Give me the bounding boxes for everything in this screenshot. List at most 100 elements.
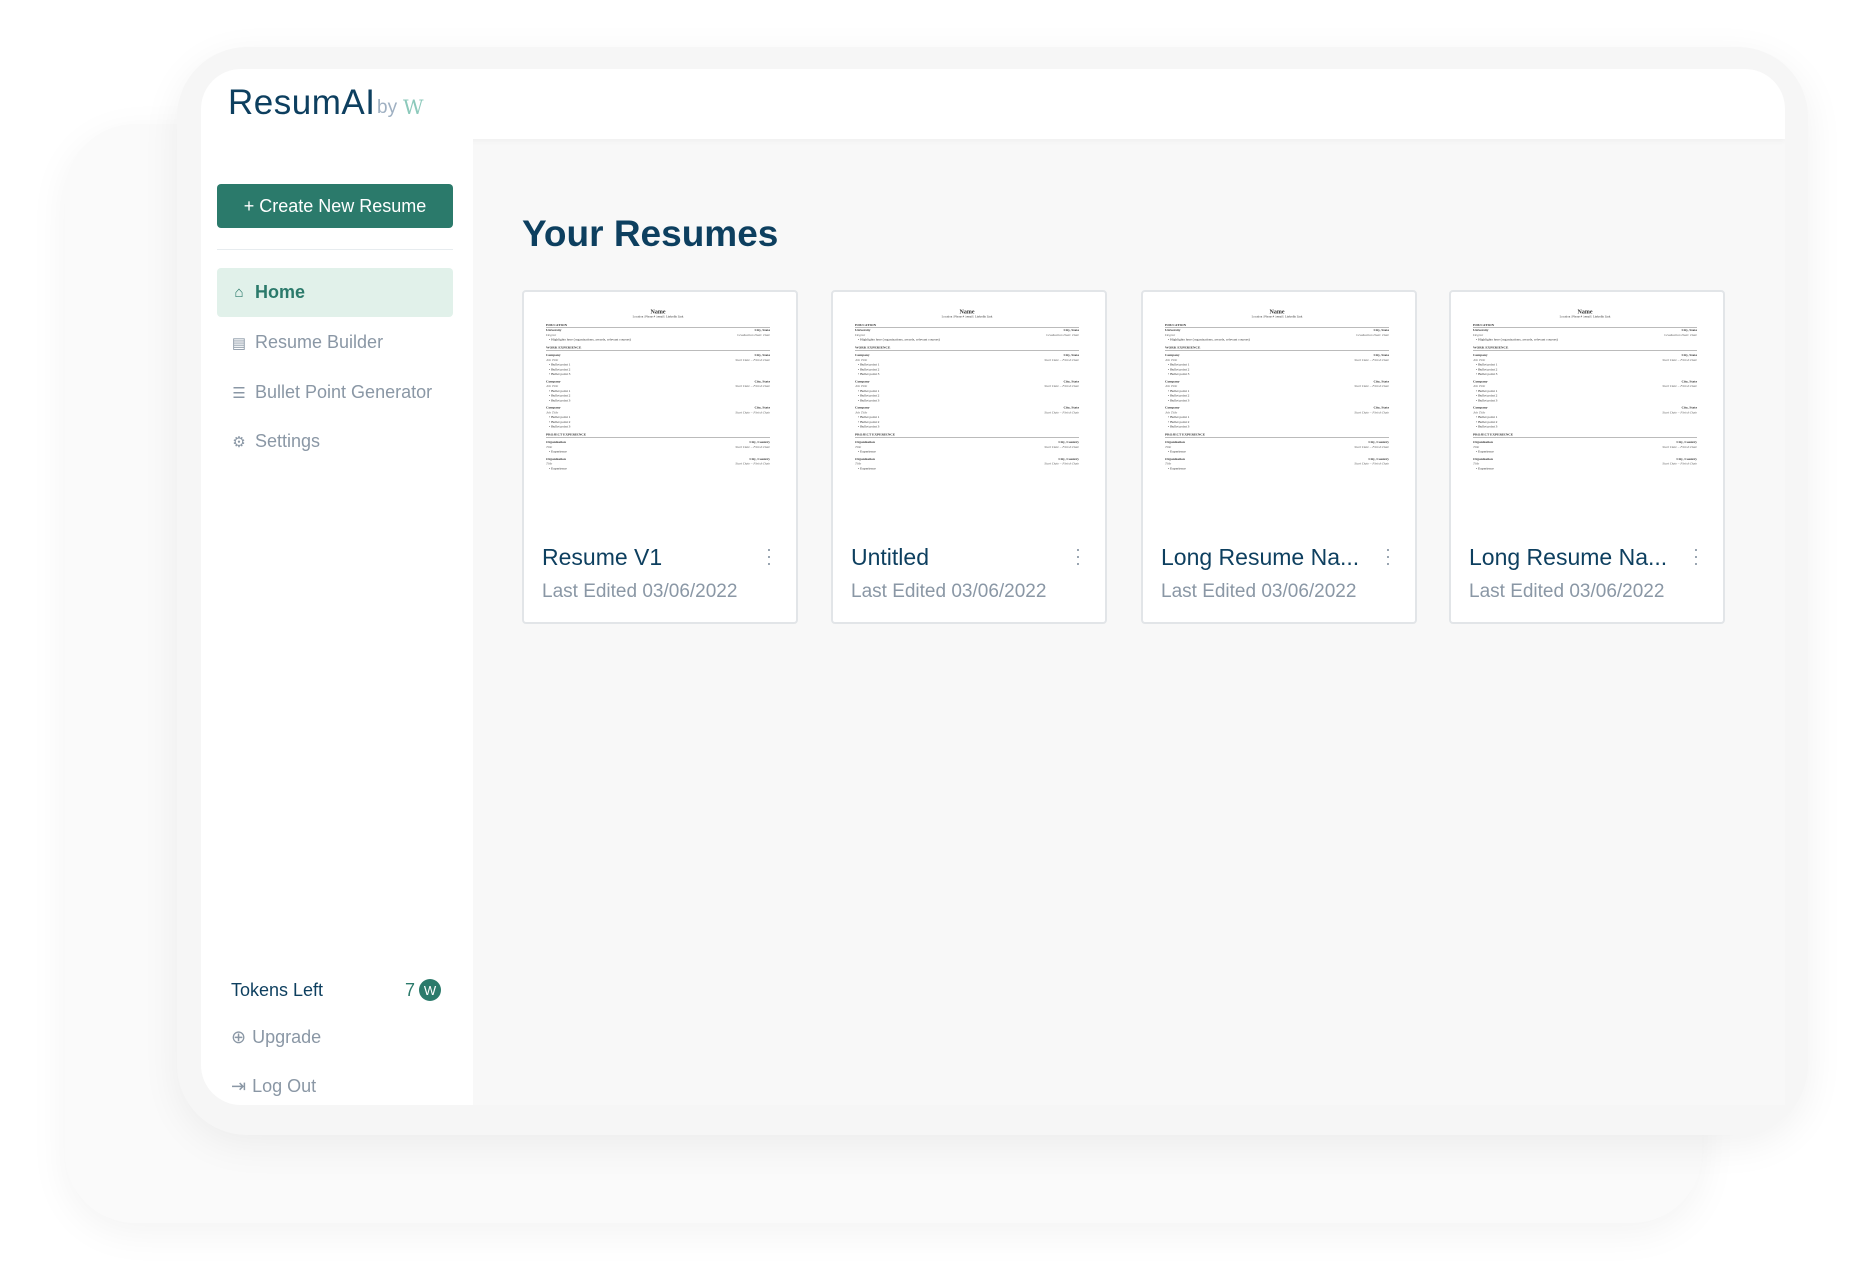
thumb-section: PROJECT EXPERIENCE bbox=[855, 432, 1079, 438]
resume-card[interactable]: Name Location | Phone # | email | LinkedI… bbox=[522, 290, 798, 624]
thumb-row-right: Graduation Date: Date bbox=[1664, 332, 1697, 337]
resume-card[interactable]: Name Location | Phone # | email | LinkedI… bbox=[1141, 290, 1417, 624]
thumb-bullet: Experience bbox=[1165, 466, 1389, 471]
last-edited: Last Edited 03/06/2022 bbox=[851, 581, 1047, 602]
sidebar-item-bullet-point-generator[interactable]: ☰ Bullet Point Generator bbox=[217, 368, 453, 417]
thumb-bullet: Highlights here (organizations, awards, … bbox=[546, 338, 770, 343]
document-icon: ▤ bbox=[231, 334, 247, 352]
thumb-row-right: Start Date – Finish Date bbox=[735, 357, 770, 362]
thumb-section: WORK EXPERIENCE bbox=[1165, 345, 1389, 351]
thumb-name: Name bbox=[1577, 308, 1593, 315]
thumb-section: WORK EXPERIENCE bbox=[855, 345, 1079, 351]
create-new-resume-button[interactable]: + Create New Resume bbox=[217, 184, 453, 228]
sidebar-item-label: Settings bbox=[255, 431, 321, 451]
by-label: by bbox=[377, 97, 398, 118]
thumb-bullet: Bullet point 3 bbox=[855, 425, 1079, 430]
logout-label: Log Out bbox=[252, 1076, 317, 1096]
last-edited: Last Edited 03/06/2022 bbox=[1161, 581, 1357, 602]
logout-link[interactable]: ⇥ Log Out bbox=[231, 1076, 316, 1097]
thumb-row-right: Start Date – Finish Date bbox=[1044, 384, 1079, 388]
resume-title[interactable]: Long Resume Na... bbox=[1161, 544, 1359, 571]
thumb-row-right: Start Date – Finish Date bbox=[1044, 357, 1079, 362]
thumb-contact: Location | Phone # | email | LinkedIn Li… bbox=[1559, 315, 1611, 319]
sidebar-item-resume-builder[interactable]: ▤ Resume Builder bbox=[217, 318, 453, 367]
thumb-row-right: Start Date – Finish Date bbox=[1044, 444, 1079, 449]
thumb-row-right: Start Date – Finish Date bbox=[1354, 461, 1389, 466]
resume-card[interactable]: Name Location | Phone # | email | LinkedI… bbox=[831, 290, 1107, 624]
resume-thumbnail[interactable]: Name Location | Phone # | email | LinkedI… bbox=[546, 308, 770, 528]
sidebar-item-home[interactable]: ⌂ Home bbox=[217, 268, 453, 317]
upgrade-icon: ⊕ bbox=[231, 1027, 247, 1047]
thumb-bullet: Experience bbox=[1473, 450, 1697, 455]
app-logo[interactable]: ResumAI bbox=[228, 83, 375, 123]
thumb-section: PROJECT EXPERIENCE bbox=[546, 432, 770, 438]
tokens-left: Tokens Left 7W bbox=[231, 979, 441, 1001]
resume-title[interactable]: Long Resume Na... bbox=[1469, 544, 1667, 571]
upgrade-label: Upgrade bbox=[252, 1027, 322, 1047]
thumb-bullet: Highlights here (organizations, awards, … bbox=[1165, 338, 1389, 343]
thumb-row-right: Start Date – Finish Date bbox=[735, 444, 770, 449]
resume-title[interactable]: Resume V1 bbox=[542, 544, 662, 571]
token-badge-icon: W bbox=[419, 979, 441, 1001]
thumb-name: Name bbox=[650, 308, 666, 315]
sidebar-item-label: Bullet Point Generator bbox=[255, 382, 433, 402]
thumb-section: PROJECT EXPERIENCE bbox=[1473, 432, 1697, 438]
thumb-bullet: Highlights here (organizations, awards, … bbox=[1473, 338, 1697, 343]
brand-mark-icon: W bbox=[403, 95, 424, 119]
thumb-contact: Location | Phone # | email | LinkedIn Li… bbox=[1251, 315, 1303, 319]
thumb-row-right: Start Date – Finish Date bbox=[1044, 410, 1079, 415]
home-icon: ⌂ bbox=[234, 284, 244, 301]
thumb-bullet: Experience bbox=[1165, 450, 1389, 455]
thumb-row-right: Start Date – Finish Date bbox=[1044, 461, 1079, 466]
thumb-bullet: Experience bbox=[855, 466, 1079, 471]
gear-icon: ⚙ bbox=[232, 433, 246, 451]
resume-thumbnail[interactable]: Name Location | Phone # | email | LinkedI… bbox=[1165, 308, 1389, 528]
resume-card[interactable]: Name Location | Phone # | email | LinkedI… bbox=[1449, 290, 1725, 624]
thumb-bullet: Bullet point 3 bbox=[1473, 425, 1697, 430]
thumb-bullet: Bullet point 3 bbox=[1165, 425, 1389, 430]
thumb-contact: Location | Phone # | email | LinkedIn Li… bbox=[941, 315, 993, 319]
header: ResumAI by W bbox=[201, 69, 1785, 139]
list-icon: ☰ bbox=[232, 384, 246, 402]
resume-thumbnail[interactable]: Name Location | Phone # | email | LinkedI… bbox=[855, 308, 1079, 528]
sidebar-item-label: Resume Builder bbox=[255, 332, 384, 352]
thumb-bullet: Bullet point 3 bbox=[546, 372, 770, 377]
thumb-row-right: Start Date – Finish Date bbox=[735, 384, 770, 388]
thumb-section: PROJECT EXPERIENCE bbox=[1165, 432, 1389, 438]
thumb-row-right: Graduation Date: Date bbox=[1356, 332, 1389, 337]
sidebar-item-settings[interactable]: ⚙ Settings bbox=[217, 417, 453, 466]
thumb-name: Name bbox=[959, 308, 975, 315]
thumb-bullet: Bullet point 3 bbox=[855, 372, 1079, 377]
thumb-row-right: Start Date – Finish Date bbox=[1662, 384, 1697, 388]
thumb-bullet: Bullet point 3 bbox=[546, 425, 770, 430]
thumb-bullet: Bullet point 3 bbox=[546, 398, 770, 403]
page-title: Your Resumes bbox=[522, 213, 779, 254]
thumb-row-right: Start Date – Finish Date bbox=[1662, 410, 1697, 415]
tokens-value: 7 bbox=[404, 979, 415, 1000]
thumb-bullet: Bullet point 3 bbox=[1473, 372, 1697, 377]
divider bbox=[217, 249, 453, 250]
more-options-icon[interactable]: · · · bbox=[1385, 540, 1391, 572]
tokens-label: Tokens Left bbox=[231, 979, 324, 1000]
thumb-row-right: Start Date – Finish Date bbox=[1662, 357, 1697, 362]
thumb-section: WORK EXPERIENCE bbox=[546, 345, 770, 351]
thumb-bullet: Bullet point 3 bbox=[1165, 398, 1389, 403]
more-options-icon[interactable]: · · · bbox=[766, 540, 772, 572]
thumb-row-right: Start Date – Finish Date bbox=[1354, 384, 1389, 388]
upgrade-link[interactable]: ⊕ Upgrade bbox=[231, 1027, 321, 1048]
resume-thumbnail[interactable]: Name Location | Phone # | email | LinkedI… bbox=[1473, 308, 1697, 528]
thumb-bullet: Experience bbox=[1473, 466, 1697, 471]
thumb-row-right: Start Date – Finish Date bbox=[1354, 444, 1389, 449]
thumb-row-right: Start Date – Finish Date bbox=[735, 410, 770, 415]
thumb-row-right: Start Date – Finish Date bbox=[1354, 357, 1389, 362]
thumb-section: WORK EXPERIENCE bbox=[1473, 345, 1697, 351]
thumb-contact: Location | Phone # | email | LinkedIn Li… bbox=[632, 315, 684, 319]
resume-title[interactable]: Untitled bbox=[851, 544, 929, 571]
thumb-row-right: Start Date – Finish Date bbox=[1354, 410, 1389, 415]
last-edited: Last Edited 03/06/2022 bbox=[1469, 581, 1665, 602]
thumb-bullet: Bullet point 3 bbox=[1165, 372, 1389, 377]
thumb-bullet: Bullet point 3 bbox=[855, 398, 1079, 403]
sidebar-item-label: Home bbox=[255, 282, 306, 302]
more-options-icon[interactable]: · · · bbox=[1693, 540, 1699, 572]
more-options-icon[interactable]: · · · bbox=[1075, 540, 1081, 572]
